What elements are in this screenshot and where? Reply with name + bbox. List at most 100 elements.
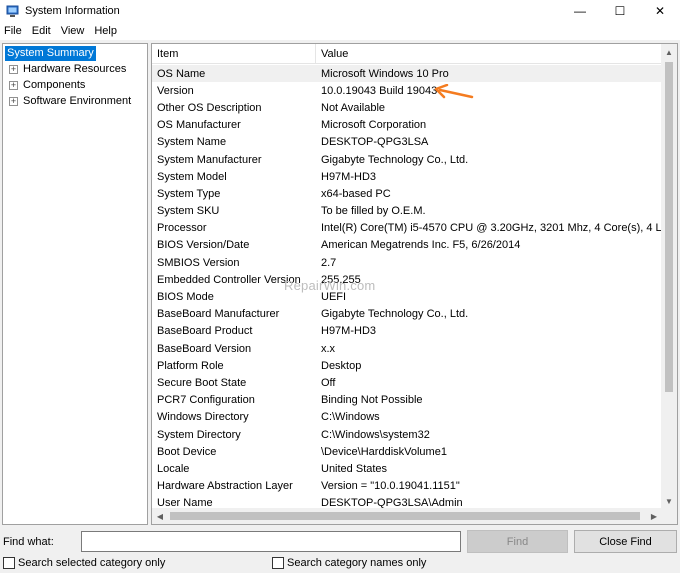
tree-item-components[interactable]: + Components (3, 77, 147, 93)
row-item-cell: Platform Role (157, 359, 224, 372)
vertical-scroll-thumb[interactable] (665, 62, 673, 392)
row-value-cell: Microsoft Corporation (321, 119, 427, 132)
row-item-cell: Secure Boot State (157, 376, 247, 389)
scroll-up-icon[interactable]: ▲ (661, 44, 677, 60)
row-item-cell: Hardware Abstraction Layer (157, 480, 293, 493)
row-item-cell: System Model (157, 170, 227, 183)
table-row[interactable]: Hardware Abstraction Layer Version = "10.… (152, 478, 662, 495)
row-item-cell: Version (157, 84, 194, 97)
table-row[interactable]: BaseBoard Manufacturer Gigabyte Technolog… (152, 306, 662, 323)
scroll-right-icon[interactable]: ▶ (646, 508, 662, 524)
watermark: RepairWin.com (284, 278, 376, 293)
row-value-cell: Off (321, 376, 336, 389)
row-item-cell: System Type (157, 187, 221, 200)
row-item-cell: System SKU (157, 205, 220, 218)
category-tree[interactable]: System Summary + Hardware Resources + Co… (2, 43, 148, 525)
row-value-cell: Version = "10.0.19041.1151" (321, 480, 460, 493)
table-row[interactable]: Secure Boot State Off (152, 374, 662, 391)
scroll-left-icon[interactable]: ◀ (152, 508, 168, 524)
column-header-value[interactable]: Value (316, 44, 662, 64)
details-list[interactable]: Item Value OS Name Microsoft Windows 10 P… (151, 43, 678, 525)
table-row[interactable]: Embedded Controller Version 255.255 (152, 271, 662, 288)
row-value-cell: C:\Windows (321, 411, 380, 424)
row-item-cell: BaseBoard Manufacturer (157, 308, 280, 321)
horizontal-scrollbar[interactable]: ◀ ▶ (152, 508, 662, 524)
row-value-cell: C:\Windows\system32 (321, 428, 430, 441)
table-row[interactable]: System Type x64-based PC (152, 185, 662, 202)
table-row[interactable]: Boot Device \Device\HarddiskVolume1 (152, 443, 662, 460)
title-bar: System Information — ☐ ✕ (0, 0, 680, 22)
row-item-cell: Locale (157, 462, 190, 475)
table-row[interactable]: System Name DESKTOP-QPG3LSA (152, 134, 662, 151)
expand-icon[interactable]: + (9, 80, 18, 90)
checkbox-box[interactable] (3, 557, 15, 569)
row-value-cell: Microsoft Windows 10 Pro (321, 67, 449, 80)
table-row[interactable]: Processor Intel(R) Core(TM) i5-4570 CPU @… (152, 220, 662, 237)
tree-item-hardware-resources[interactable]: + Hardware Resources (3, 61, 147, 77)
row-item-cell: Processor (157, 222, 207, 235)
scrollbar-corner (661, 508, 677, 524)
tree-item-label: Software Environment (23, 95, 132, 107)
find-button[interactable]: Find (467, 530, 568, 553)
checkbox-box[interactable] (272, 557, 284, 569)
menu-file[interactable]: File (0, 25, 27, 37)
close-find-button[interactable]: Close Find (574, 530, 677, 553)
menu-help[interactable]: Help (89, 25, 122, 37)
table-row[interactable]: PCR7 Configuration Binding Not Possible (152, 392, 662, 409)
menu-view[interactable]: View (56, 25, 90, 37)
find-input[interactable] (81, 531, 461, 552)
row-item-cell: System Name (157, 136, 227, 149)
table-row[interactable]: Locale United States (152, 460, 662, 477)
table-row[interactable]: BaseBoard Version x.x (152, 340, 662, 357)
table-row[interactable]: BaseBoard Product H97M-HD3 (152, 323, 662, 340)
row-value-cell: Binding Not Possible (321, 394, 423, 407)
table-row[interactable]: Version 10.0.19043 Build 19043 (152, 82, 662, 99)
tree-item-system-summary[interactable]: System Summary (3, 45, 147, 61)
search-category-names-checkbox[interactable]: Search category names only (272, 557, 426, 569)
horizontal-scroll-thumb[interactable] (170, 512, 640, 520)
menu-bar: File Edit View Help (0, 22, 680, 40)
table-row[interactable]: BIOS Mode UEFI (152, 288, 662, 305)
row-item-cell: SMBIOS Version (157, 256, 240, 269)
expand-icon[interactable]: + (9, 64, 18, 74)
table-row[interactable]: OS Manufacturer Microsoft Corporation (152, 117, 662, 134)
row-value-cell: United States (321, 462, 388, 475)
table-row[interactable]: System Manufacturer Gigabyte Technology C… (152, 151, 662, 168)
table-row[interactable]: SMBIOS Version 2.7 (152, 254, 662, 271)
search-selected-category-checkbox[interactable]: Search selected category only (3, 557, 165, 569)
row-value-cell: Desktop (321, 359, 362, 372)
annotation-arrow-icon (434, 84, 474, 99)
row-value-cell: DESKTOP-QPG3LSA (321, 136, 429, 149)
table-row[interactable]: BIOS Version/Date American Megatrends Inc… (152, 237, 662, 254)
window-title: System Information (25, 5, 120, 17)
table-row[interactable]: User Name DESKTOP-QPG3LSA\Admin (152, 495, 662, 509)
minimize-button[interactable]: — (560, 0, 600, 22)
table-row[interactable]: Windows Directory C:\Windows (152, 409, 662, 426)
menu-edit[interactable]: Edit (27, 25, 56, 37)
table-row[interactable]: System Directory C:\Windows\system32 (152, 426, 662, 443)
table-row[interactable]: System Model H97M-HD3 (152, 168, 662, 185)
table-row[interactable]: System SKU To be filled by O.E.M. (152, 203, 662, 220)
row-value-cell: To be filled by O.E.M. (321, 205, 426, 218)
checkbox-label: Search category names only (287, 557, 427, 569)
tree-item-label: System Summary (5, 45, 96, 61)
expand-icon[interactable]: + (9, 96, 18, 106)
row-item-cell: OS Name (157, 67, 206, 80)
row-value-cell: Not Available (321, 101, 386, 114)
close-button[interactable]: ✕ (640, 0, 680, 22)
row-value-cell: 10.0.19043 Build 19043 (321, 84, 438, 97)
table-row[interactable]: Platform Role Desktop (152, 357, 662, 374)
row-item-cell: Windows Directory (157, 411, 249, 424)
column-header-item[interactable]: Item (152, 44, 316, 64)
vertical-scrollbar[interactable]: ▲ ▼ (661, 44, 677, 509)
list-header: Item Value (152, 44, 662, 64)
row-item-cell: BIOS Version/Date (157, 239, 250, 252)
table-row[interactable]: Other OS Description Not Available (152, 99, 662, 116)
table-row[interactable]: OS Name Microsoft Windows 10 Pro (152, 65, 662, 83)
find-label: Find what: (3, 536, 54, 548)
scroll-down-icon[interactable]: ▼ (661, 493, 677, 509)
maximize-button[interactable]: ☐ (600, 0, 640, 22)
tree-item-software-environment[interactable]: + Software Environment (3, 93, 147, 109)
tree-item-label: Hardware Resources (23, 63, 127, 75)
row-value-cell: Gigabyte Technology Co., Ltd. (321, 153, 469, 166)
